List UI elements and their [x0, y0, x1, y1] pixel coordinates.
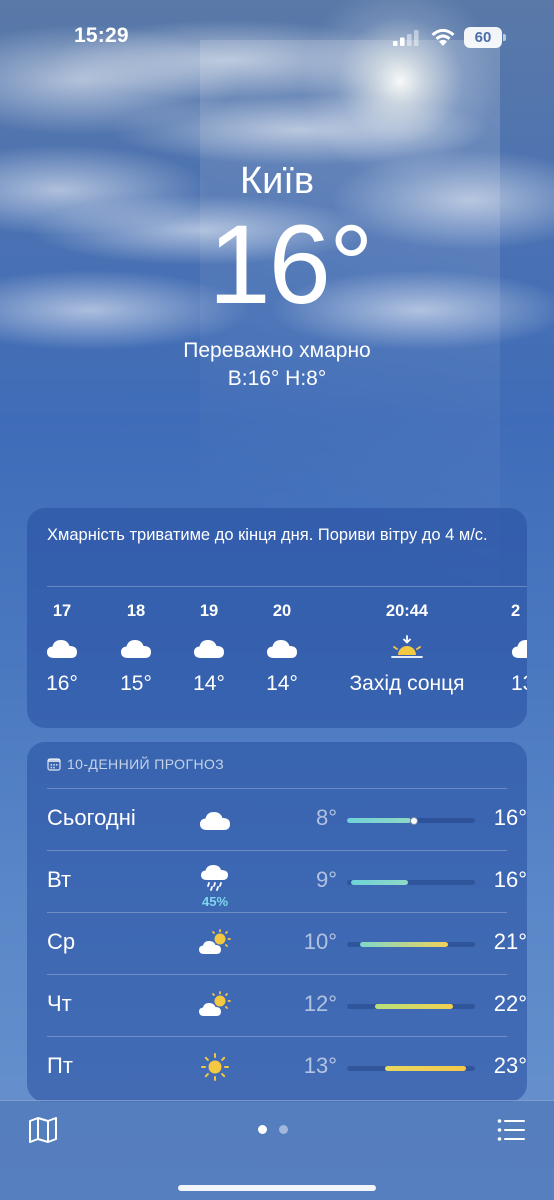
forecast-low: 8°	[315, 805, 337, 830]
sunset-icon	[327, 626, 487, 670]
hourly-item[interactable]: 20 14°	[259, 602, 305, 702]
forecast-header: 10-ДЕННИЙ ПРОГНОЗ	[47, 756, 224, 772]
forecast-high: 23°	[493, 1053, 527, 1078]
list-icon[interactable]	[497, 1118, 525, 1142]
hour-label: 19	[199, 602, 219, 620]
forecast-low: 12°	[303, 991, 337, 1016]
forecast-row[interactable]: Ср 10° 21°	[47, 912, 527, 974]
hourly-forecast-card[interactable]: Хмарність триватиме до кінця дня. Пориви…	[27, 508, 527, 728]
cloud-icon	[39, 626, 85, 670]
home-indicator[interactable]	[178, 1185, 376, 1191]
forecast-low: 10°	[303, 929, 337, 954]
temperature-range-bar	[347, 1004, 475, 1009]
bottom-toolbar	[0, 1100, 554, 1200]
page-indicator[interactable]	[258, 1125, 288, 1134]
forecast-low: 9°	[315, 867, 337, 892]
hour-temperature: 13	[511, 672, 527, 695]
current-temperature: 16°	[208, 202, 373, 327]
hour-label: 18	[126, 602, 146, 620]
hour-temperature: 15°	[120, 672, 152, 695]
temperature-range-fill	[347, 818, 411, 823]
hourly-item[interactable]: 19 14°	[186, 602, 232, 702]
forecast-day: Ср	[47, 929, 76, 954]
forecast-low: 13°	[303, 1053, 337, 1078]
cloud-icon	[186, 626, 232, 670]
partly-cloudy-icon	[197, 987, 233, 1024]
battery-indicator: 60	[464, 27, 502, 48]
ten-day-forecast-card[interactable]: 10-ДЕННИЙ ПРОГНОЗ Сьогодні 8° 16° Вт 45%	[27, 742, 527, 1102]
forecast-day: Вт	[47, 867, 72, 892]
hourly-item[interactable]: 2 13	[511, 602, 527, 702]
partly-cloudy-icon	[197, 925, 233, 962]
forecast-title: 10-ДЕННИЙ ПРОГНОЗ	[67, 756, 225, 772]
forecast-high: 16°	[493, 805, 527, 830]
hour-temperature: 14°	[193, 672, 225, 695]
sunset-time: 20:44	[385, 602, 429, 620]
hour-temperature: 16°	[46, 672, 78, 695]
divider	[47, 586, 527, 587]
hour-label: 20	[272, 602, 292, 620]
cloud-icon	[511, 626, 527, 670]
temperature-range-fill	[385, 1066, 467, 1071]
hour-temperature: 14°	[266, 672, 298, 695]
sunset-label: Захід сонця	[349, 672, 465, 695]
status-time: 15:29	[74, 24, 129, 47]
precipitation-chance: 45%	[201, 894, 229, 909]
hourly-summary: Хмарність триватиме до кінця дня. Пориви…	[47, 526, 488, 544]
hourly-item-sunset[interactable]: 20:44 Захід сонця	[327, 602, 487, 702]
calendar-icon	[47, 758, 61, 771]
hourly-item[interactable]: 17 16°	[39, 602, 85, 702]
forecast-row[interactable]: Пт 13° 23°	[47, 1036, 527, 1098]
temperature-range-bar	[347, 1066, 475, 1071]
forecast-row[interactable]: Вт 45% 9° 16°	[47, 850, 527, 912]
page-dot[interactable]	[279, 1125, 288, 1134]
forecast-day: Пт	[47, 1053, 73, 1078]
forecast-high: 22°	[493, 991, 527, 1016]
current-condition: Переважно хмарно	[183, 339, 371, 362]
city-name: Київ	[239, 160, 315, 202]
forecast-high: 16°	[493, 867, 527, 892]
cloud-icon	[259, 626, 305, 670]
forecast-day: Чт	[47, 991, 72, 1016]
temperature-range-fill	[359, 942, 449, 947]
high-low-temperature: В:16° Н:8°	[227, 367, 327, 390]
current-temperature-dot	[409, 816, 418, 825]
cloud-icon	[197, 801, 233, 836]
page-dot-location[interactable]	[258, 1125, 267, 1134]
forecast-day: Сьогодні	[47, 805, 136, 830]
map-icon[interactable]	[28, 1116, 58, 1144]
forecast-row[interactable]: Чт 12° 22°	[47, 974, 527, 1036]
cloud-icon	[113, 626, 159, 670]
temperature-range-bar	[347, 816, 475, 825]
cellular-signal-icon	[393, 30, 419, 46]
temperature-range-fill	[350, 880, 409, 885]
status-bar: 15:29 60	[0, 0, 554, 74]
wifi-icon	[431, 28, 455, 46]
temperature-range-bar	[347, 942, 475, 947]
forecast-high: 21°	[493, 929, 527, 954]
cloud-rain-icon: 45%	[197, 863, 233, 909]
sun-icon	[197, 1049, 233, 1087]
hour-label: 2	[511, 602, 521, 620]
forecast-row[interactable]: Сьогодні 8° 16°	[47, 788, 527, 850]
temperature-range-bar	[347, 880, 475, 885]
hour-label: 17	[52, 602, 72, 620]
battery-tip	[503, 34, 506, 41]
hourly-item[interactable]: 18 15°	[113, 602, 159, 702]
temperature-range-fill	[375, 1004, 454, 1009]
